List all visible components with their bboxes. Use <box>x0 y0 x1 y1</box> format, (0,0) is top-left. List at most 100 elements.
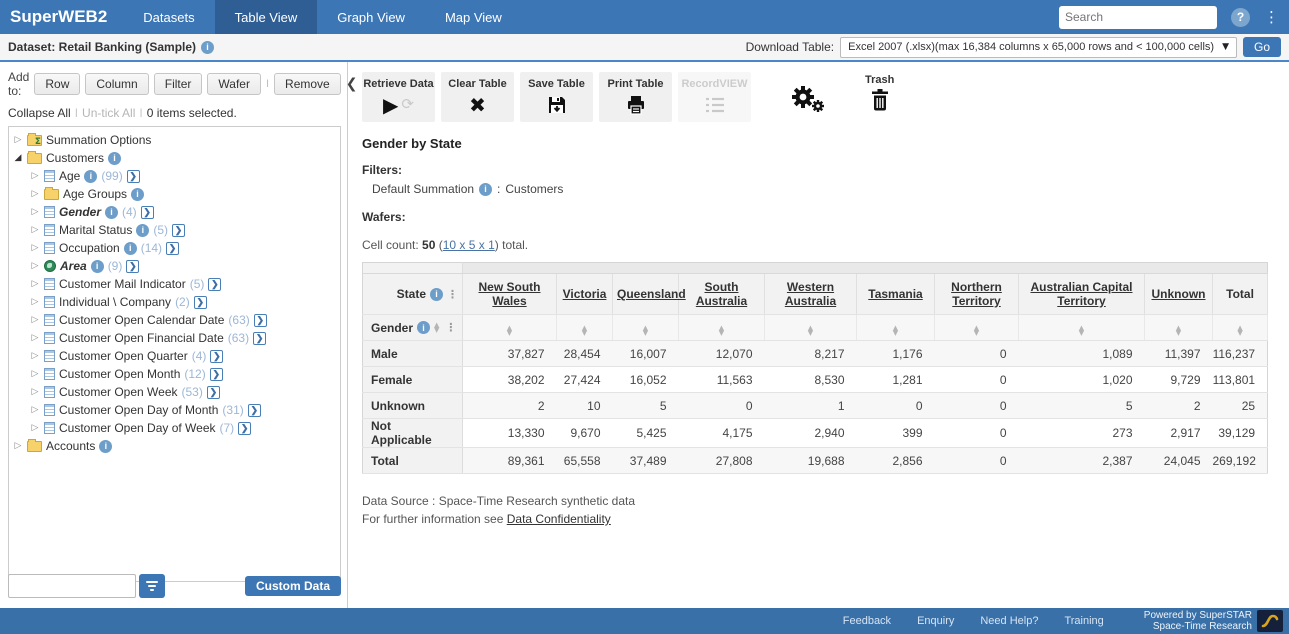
print-table-button[interactable]: Print Table <box>599 72 672 122</box>
sort-icon[interactable]: ▲▼ <box>507 326 512 336</box>
expand-icon[interactable]: ▷ <box>30 243 40 253</box>
sort-icon[interactable]: ▲▼ <box>893 326 898 336</box>
column-menu-icon[interactable]: ⋮ <box>447 288 458 301</box>
tree-item-open-day-of-month[interactable]: ▷ Customer Open Day of Month (31) ❯ <box>9 401 340 419</box>
tree-item-open-day-of-week[interactable]: ▷ Customer Open Day of Week (7) ❯ <box>9 419 340 437</box>
column-axis-cell[interactable]: State i ⋮ <box>363 274 463 315</box>
sort-cell[interactable]: ▲▼ <box>765 315 857 341</box>
tree-item-marital-status[interactable]: ▷ Marital Status i (5) ❯ <box>9 221 340 239</box>
row-axis-cell[interactable]: Gender i ▲▼ ⋮ <box>363 315 463 341</box>
sort-icon[interactable]: ▲▼ <box>434 323 439 333</box>
download-format-select[interactable]: Excel 2007 (.xlsx)(max 16,384 columns x … <box>840 37 1237 58</box>
enquiry-link[interactable]: Enquiry <box>917 615 954 627</box>
col-header-act[interactable]: Australian Capital Territory <box>1019 274 1145 315</box>
tree-item-occupation[interactable]: ▷ Occupation i (14) ❯ <box>9 239 340 257</box>
sort-cell[interactable]: ▲▼ <box>557 315 613 341</box>
tab-table-view[interactable]: Table View <box>215 0 318 34</box>
row-menu-icon[interactable]: ⋮ <box>445 321 456 334</box>
quick-add-icon[interactable]: ❯ <box>248 404 261 417</box>
expand-icon[interactable]: ▷ <box>30 171 40 181</box>
col-header-sa[interactable]: South Australia <box>679 274 765 315</box>
add-wafer-button[interactable]: Wafer <box>207 73 261 95</box>
search-box[interactable] <box>1059 6 1217 29</box>
tree-item-accounts[interactable]: ▷ Accounts i <box>9 437 340 455</box>
tree-item-open-financial-date[interactable]: ▷ Customer Open Financial Date (63) ❯ <box>9 329 340 347</box>
tree-item-area[interactable]: ▷ Area i (9) ❯ <box>9 257 340 275</box>
cell-dims-link[interactable]: 10 x 5 x 1 <box>443 238 495 252</box>
tree-item-open-week[interactable]: ▷ Customer Open Week (53) ❯ <box>9 383 340 401</box>
info-icon[interactable]: i <box>105 206 118 219</box>
tree-item-summation-options[interactable]: ▷ Σ Summation Options <box>9 131 340 149</box>
quick-add-icon[interactable]: ❯ <box>172 224 185 237</box>
info-icon[interactable]: i <box>479 183 492 196</box>
quick-add-icon[interactable]: ❯ <box>254 314 267 327</box>
expand-icon[interactable]: ▷ <box>30 423 40 433</box>
sort-icon[interactable]: ▲▼ <box>643 326 648 336</box>
expand-icon[interactable]: ▷ <box>30 369 40 379</box>
sort-icon[interactable]: ▲▼ <box>974 326 979 336</box>
sort-icon[interactable]: ▲▼ <box>1237 326 1242 336</box>
feedback-link[interactable]: Feedback <box>843 615 891 627</box>
quick-add-icon[interactable]: ❯ <box>127 170 140 183</box>
quick-add-icon[interactable]: ❯ <box>166 242 179 255</box>
tree-item-age-groups[interactable]: ▷ Age Groups i <box>9 185 340 203</box>
quick-add-icon[interactable]: ❯ <box>194 296 207 309</box>
info-icon[interactable]: i <box>91 260 104 273</box>
sort-icon[interactable]: ▲▼ <box>1079 326 1084 336</box>
dataset-info-icon[interactable]: i <box>201 41 214 54</box>
quick-add-icon[interactable]: ❯ <box>238 422 251 435</box>
info-icon[interactable]: i <box>124 242 137 255</box>
expand-icon[interactable]: ▷ <box>30 387 40 397</box>
expand-icon[interactable]: ▷ <box>30 297 40 307</box>
tree-item-age[interactable]: ▷ Age i (99) ❯ <box>9 167 340 185</box>
tree-item-open-quarter[interactable]: ▷ Customer Open Quarter (4) ❯ <box>9 347 340 365</box>
sort-cell[interactable]: ▲▼ <box>935 315 1019 341</box>
quick-add-icon[interactable]: ❯ <box>208 278 221 291</box>
tree-filter-input[interactable] <box>8 574 136 598</box>
custom-data-button[interactable]: Custom Data <box>245 576 341 596</box>
untick-all-link[interactable]: Un-tick All <box>82 106 135 120</box>
add-row-button[interactable]: Row <box>34 73 80 95</box>
expand-icon[interactable]: ▷ <box>13 135 23 145</box>
expand-icon[interactable]: ▷ <box>30 225 40 235</box>
training-link[interactable]: Training <box>1064 615 1103 627</box>
tree-item-customers[interactable]: ◢ Customers i <box>9 149 340 167</box>
tree-item-customer-mail-indicator[interactable]: ▷ Customer Mail Indicator (5) ❯ <box>9 275 340 293</box>
expand-icon[interactable]: ▷ <box>30 261 40 271</box>
tree-item-individual-company[interactable]: ▷ Individual \ Company (2) ❯ <box>9 293 340 311</box>
sort-icon[interactable]: ▲▼ <box>719 326 724 336</box>
info-icon[interactable]: i <box>108 152 121 165</box>
retrieve-data-button[interactable]: Retrieve Data ▶⟳ <box>362 72 435 122</box>
quick-add-icon[interactable]: ❯ <box>126 260 139 273</box>
col-header-unknown[interactable]: Unknown <box>1145 274 1213 315</box>
add-filter-button[interactable]: Filter <box>154 73 203 95</box>
col-header-vic[interactable]: Victoria <box>557 274 613 315</box>
search-input[interactable] <box>1065 10 1220 24</box>
expand-icon[interactable]: ▷ <box>30 405 40 415</box>
sort-cell[interactable]: ▲▼ <box>679 315 765 341</box>
tree-item-open-month[interactable]: ▷ Customer Open Month (12) ❯ <box>9 365 340 383</box>
help-icon[interactable]: ? <box>1231 8 1250 27</box>
sort-cell[interactable]: ▲▼ <box>1213 315 1268 341</box>
sort-cell[interactable]: ▲▼ <box>613 315 679 341</box>
col-header-nt[interactable]: Northern Territory <box>935 274 1019 315</box>
col-header-nsw[interactable]: New South Wales <box>463 274 557 315</box>
collapse-icon[interactable]: ◢ <box>13 153 23 163</box>
tree-item-gender[interactable]: ▷ Gender i (4) ❯ <box>9 203 340 221</box>
expand-icon[interactable]: ▷ <box>30 333 40 343</box>
quick-add-icon[interactable]: ❯ <box>253 332 266 345</box>
sort-icon[interactable]: ▲▼ <box>1176 326 1181 336</box>
sort-cell[interactable]: ▲▼ <box>1145 315 1213 341</box>
info-icon[interactable]: i <box>84 170 97 183</box>
trash-button[interactable]: Trash <box>865 72 894 111</box>
expand-icon[interactable]: ▷ <box>30 207 40 217</box>
tab-graph-view[interactable]: Graph View <box>317 0 425 34</box>
download-go-button[interactable]: Go <box>1243 37 1281 57</box>
data-confidentiality-link[interactable]: Data Confidentiality <box>507 512 611 526</box>
tree-item-open-calendar-date[interactable]: ▷ Customer Open Calendar Date (63) ❯ <box>9 311 340 329</box>
expand-icon[interactable]: ▷ <box>30 279 40 289</box>
save-table-button[interactable]: Save Table <box>520 72 593 122</box>
sort-cell[interactable]: ▲▼ <box>463 315 557 341</box>
remove-button[interactable]: Remove <box>274 73 341 95</box>
info-icon[interactable]: i <box>430 288 443 301</box>
